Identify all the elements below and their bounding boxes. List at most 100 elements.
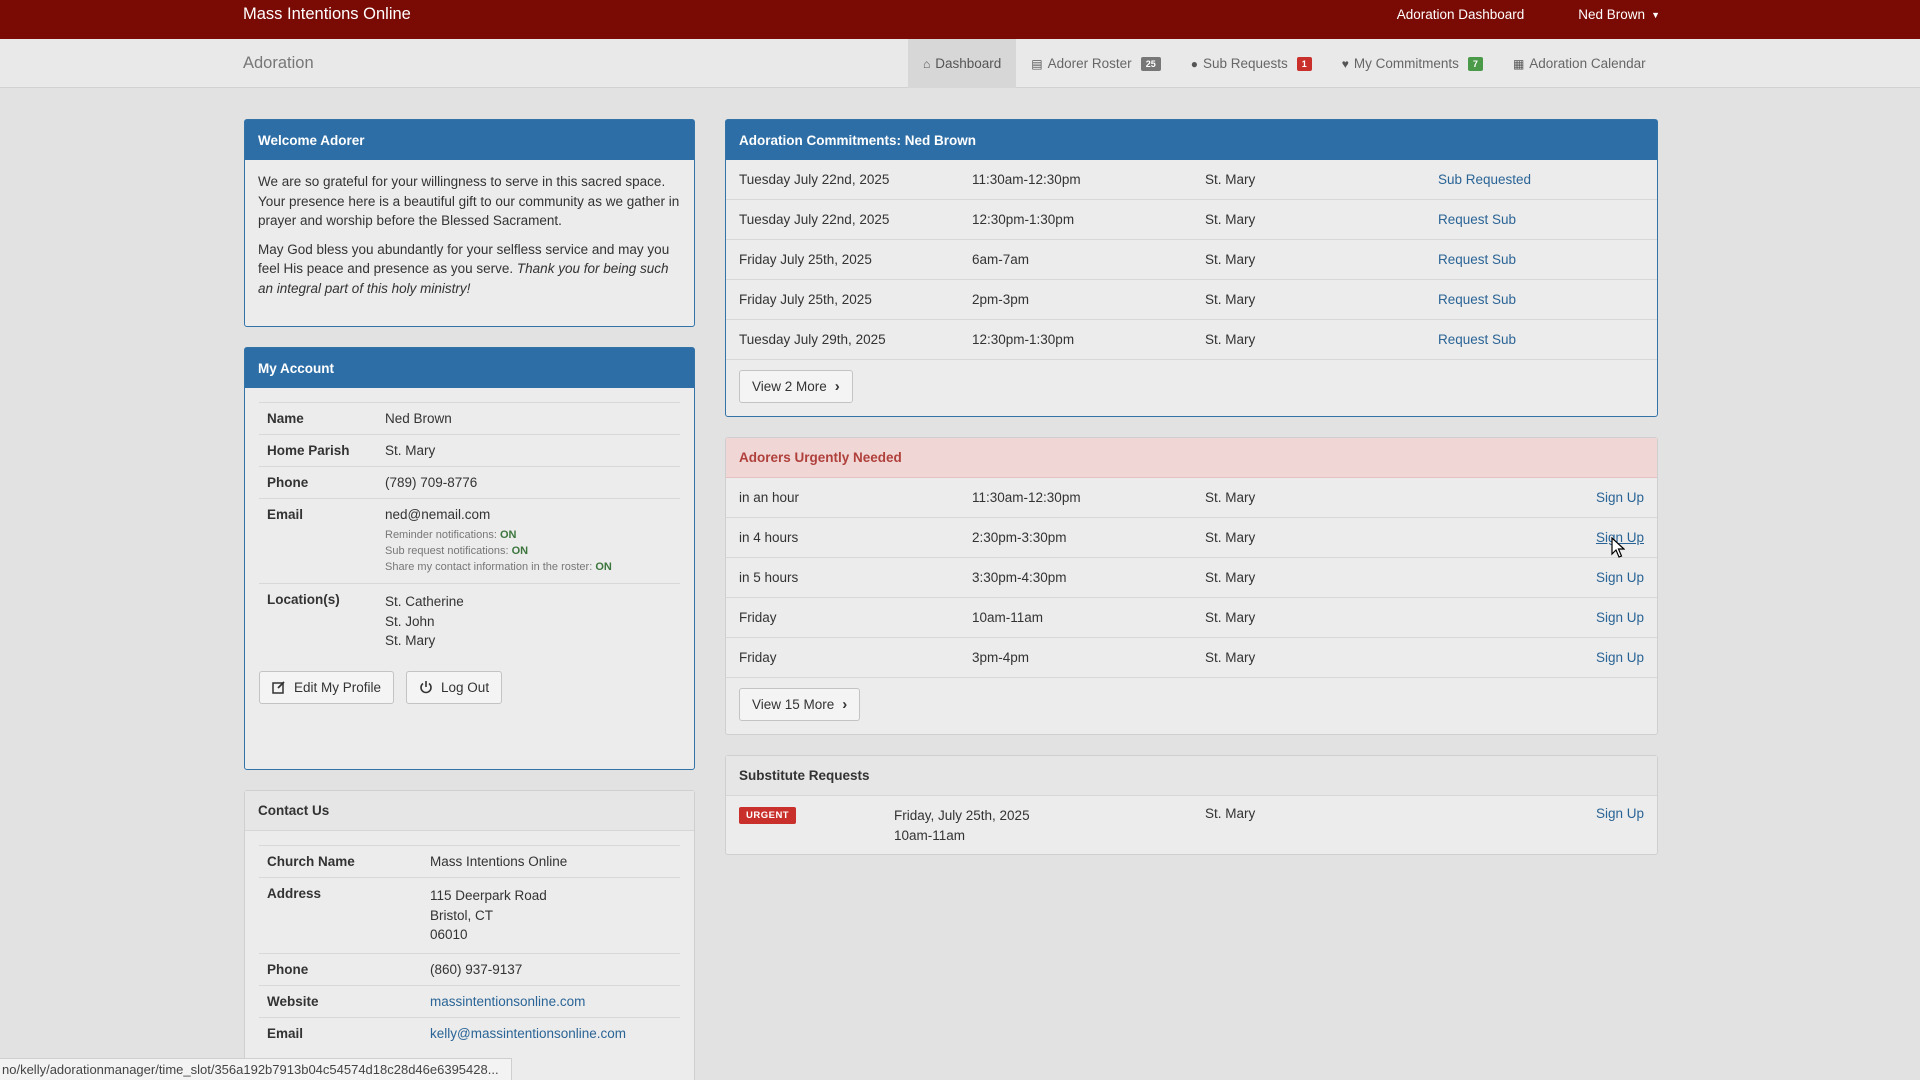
- my-account-panel: My Account Name Ned Brown Home Parish St…: [244, 347, 695, 770]
- tab-my-commitments[interactable]: ♥ My Commitments 7: [1327, 39, 1498, 88]
- tab-adorer-roster[interactable]: ▤ Adorer Roster 25: [1016, 39, 1175, 88]
- welcome-message: We are so grateful for your willingness …: [245, 160, 694, 310]
- calendar-icon: ▦: [1512, 56, 1525, 71]
- list-icon: ▤: [1031, 56, 1043, 71]
- commitments-count-badge: 7: [1467, 56, 1483, 71]
- contact-us-panel: Contact Us Church Name Mass Intentions O…: [244, 790, 695, 1080]
- welcome-paragraph: We are so grateful for your willingness …: [258, 174, 680, 228]
- request-sub-link[interactable]: Request Sub: [1438, 332, 1657, 347]
- list-item: Friday July 25th, 2025 6am-7am St. Mary …: [726, 240, 1657, 280]
- sub-request-notifications-label: Sub request notifications:: [385, 545, 509, 557]
- website-link[interactable]: massintentionsonline.com: [430, 994, 585, 1009]
- view-more-urgent-button[interactable]: View 15 More ›: [739, 688, 861, 721]
- list-item: Tuesday July 22nd, 2025 12:30pm-1:30pm S…: [726, 200, 1657, 240]
- view-more-label: View 15 More: [752, 697, 835, 712]
- welcome-panel-title: Welcome Adorer: [245, 120, 694, 160]
- website-label: Website: [259, 984, 422, 1017]
- address-line: 115 Deerpark Road: [430, 888, 547, 903]
- address-line: 06010: [430, 927, 468, 942]
- list-item: Friday 10am-11am St. Mary Sign Up: [726, 598, 1657, 638]
- sign-up-link[interactable]: Sign Up: [1438, 806, 1657, 821]
- church-name-label: Church Name: [259, 845, 422, 878]
- phone-value: (789) 709-8776: [377, 466, 680, 499]
- log-out-button[interactable]: Log Out: [406, 670, 503, 704]
- urgently-needed-title: Adorers Urgently Needed: [726, 438, 1657, 478]
- tab-label: Adoration Calendar: [1529, 56, 1646, 71]
- table-row: Address 115 Deerpark Road Bristol, CT 06…: [259, 877, 680, 953]
- address-line: Bristol, CT: [430, 907, 494, 923]
- log-out-label: Log Out: [441, 679, 490, 695]
- tab-label: My Commitments: [1353, 56, 1459, 71]
- tab-dashboard[interactable]: ⌂ Dashboard: [908, 39, 1017, 88]
- commitments-footer: View 2 More ›: [726, 360, 1657, 413]
- welcome-panel: Welcome Adorer We are so grateful for yo…: [244, 119, 695, 327]
- sign-up-link[interactable]: Sign Up: [1438, 570, 1657, 585]
- slot-when: Friday: [739, 650, 777, 665]
- commitment-location: St. Mary: [1205, 212, 1256, 227]
- brand-link[interactable]: Mass Intentions Online: [243, 5, 411, 24]
- address-label: Address: [259, 877, 422, 953]
- commitment-time: 12:30pm-1:30pm: [972, 212, 1075, 227]
- urgent-footer: View 15 More ›: [726, 678, 1657, 731]
- chevron-right-icon: ›: [842, 696, 848, 713]
- list-item: Friday July 25th, 2025 2pm-3pm St. Mary …: [726, 280, 1657, 320]
- caret-down-icon: ▼: [1651, 10, 1660, 21]
- edit-icon: [272, 681, 285, 694]
- commitment-location: St. Mary: [1205, 332, 1256, 347]
- sub-request-location: St. Mary: [1205, 806, 1256, 821]
- contact-email-link[interactable]: kelly@massintentionsonline.com: [430, 1026, 626, 1041]
- list-item: Tuesday July 29th, 2025 12:30pm-1:30pm S…: [726, 320, 1657, 360]
- list-item: Tuesday July 22nd, 2025 11:30am-12:30pm …: [726, 160, 1657, 200]
- tab-sub-requests[interactable]: ● Sub Requests 1: [1176, 39, 1327, 88]
- slot-location: St. Mary: [1205, 490, 1256, 505]
- slot-when: in 4 hours: [739, 530, 799, 545]
- request-sub-link[interactable]: Request Sub: [1438, 212, 1657, 227]
- slot-location: St. Mary: [1205, 610, 1256, 625]
- table-row: Website massintentionsonline.com: [259, 984, 680, 1017]
- substitute-requests-list: URGENT Friday, July 25th, 2025 10am-11am…: [726, 796, 1657, 854]
- slot-location: St. Mary: [1205, 570, 1256, 585]
- request-sub-link[interactable]: Request Sub: [1438, 252, 1657, 267]
- request-sub-link[interactable]: Request Sub: [1438, 292, 1657, 307]
- slot-location: St. Mary: [1205, 650, 1256, 665]
- list-item: in an hour 11:30am-12:30pm St. Mary Sign…: [726, 478, 1657, 518]
- user-menu[interactable]: Ned Brown ▼: [1578, 7, 1660, 22]
- table-row: Church Name Mass Intentions Online: [259, 845, 680, 878]
- tab-label: Dashboard: [935, 56, 1002, 71]
- section-nav: ⌂ Dashboard ▤ Adorer Roster 25 ● Sub Req…: [908, 39, 1661, 88]
- slot-time: 3pm-4pm: [972, 650, 1030, 665]
- sign-up-link[interactable]: Sign Up: [1438, 490, 1657, 505]
- urgently-needed-panel: Adorers Urgently Needed in an hour 11:30…: [725, 437, 1658, 735]
- locations-value: St. Catherine St. John St. Mary: [377, 583, 680, 659]
- name-value: Ned Brown: [377, 402, 680, 435]
- exclamation-circle-icon: ●: [1190, 56, 1198, 71]
- tab-label: Sub Requests: [1202, 56, 1288, 71]
- sub-request-notifications-status: ON: [511, 545, 529, 557]
- edit-profile-button[interactable]: Edit My Profile: [259, 670, 395, 704]
- urgent-badge: URGENT: [739, 807, 797, 824]
- church-name-value: Mass Intentions Online: [422, 845, 680, 878]
- view-more-commitments-button[interactable]: View 2 More ›: [739, 370, 853, 403]
- commitment-date: Friday July 25th, 2025: [739, 252, 872, 267]
- commitment-time: 6am-7am: [972, 252, 1030, 267]
- commitments-title: Adoration Commitments: Ned Brown: [726, 120, 1657, 160]
- chevron-right-icon: ›: [834, 378, 840, 395]
- table-row: Phone (789) 709-8776: [259, 466, 680, 499]
- location-item: St. Catherine: [385, 594, 464, 609]
- sign-up-link[interactable]: Sign Up: [1438, 650, 1657, 665]
- commitment-time: 2pm-3pm: [972, 292, 1030, 307]
- commitment-date: Friday July 25th, 2025: [739, 292, 872, 307]
- view-more-label: View 2 More: [752, 379, 827, 394]
- slot-location: St. Mary: [1205, 530, 1256, 545]
- sign-up-link[interactable]: Sign Up: [1438, 610, 1657, 625]
- contact-details-table: Church Name Mass Intentions Online Addre…: [259, 845, 680, 1049]
- adoration-dashboard-link[interactable]: Adoration Dashboard: [1397, 7, 1525, 22]
- status-url: no/kelly/adorationmanager/time_slot/356a…: [2, 1062, 499, 1077]
- blessing-paragraph: May God bless you abundantly for your se…: [258, 240, 681, 299]
- account-actions: Edit My Profile Log Out: [259, 670, 680, 704]
- slot-time: 3:30pm-4:30pm: [972, 570, 1067, 585]
- tab-adoration-calendar[interactable]: ▦ Adoration Calendar: [1498, 39, 1661, 88]
- sub-requested-link[interactable]: Sub Requested: [1438, 172, 1657, 187]
- user-menu-label: Ned Brown: [1578, 7, 1646, 22]
- table-row: Name Ned Brown: [259, 402, 680, 435]
